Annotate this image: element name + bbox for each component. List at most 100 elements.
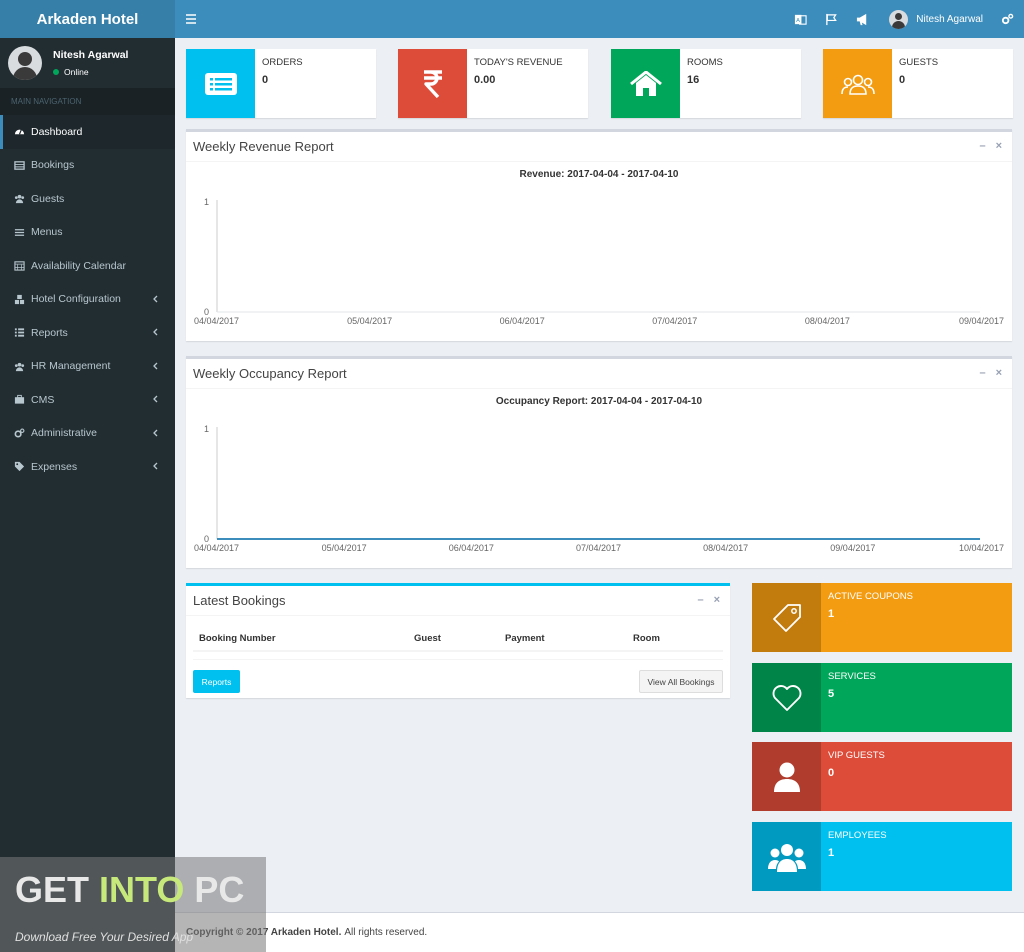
sidebar-item-bookings[interactable]: Bookings: [0, 149, 175, 183]
info-box-value: 0.00: [474, 74, 496, 86]
tags-icon: [14, 461, 25, 472]
color-box-value: 0: [828, 767, 835, 779]
group-icon: [840, 74, 875, 95]
list-alt-icon: [204, 72, 237, 95]
collapse-icon[interactable]: –: [979, 141, 985, 152]
briefcase-icon: [14, 394, 25, 405]
close-icon[interactable]: ×: [714, 595, 720, 606]
column-header-room[interactable]: Room: [633, 633, 660, 644]
home-icon: [629, 70, 662, 96]
flag-icon[interactable]: [824, 12, 838, 26]
x-tick-label: 05/04/2017: [322, 543, 367, 553]
sidebar-item-label: Menus: [31, 226, 63, 239]
column-header-booking-number[interactable]: Booking Number: [199, 633, 276, 644]
collapse-icon[interactable]: –: [979, 368, 985, 379]
sidebar-item-cms[interactable]: CMS: [0, 383, 175, 417]
chevron-left-icon: [153, 429, 158, 436]
info-box-guests: GUESTS 0: [823, 49, 1013, 118]
info-box-icon-bg: [823, 49, 892, 118]
close-icon[interactable]: ×: [996, 141, 1002, 152]
collapse-icon[interactable]: –: [697, 595, 703, 606]
services-box: SERVICES 5: [752, 663, 1012, 732]
user-name: Nitesh Agarwal: [53, 49, 129, 61]
vip-guests-box: VIP GUESTS 0: [752, 742, 1012, 811]
user-menu[interactable]: Nitesh Agarwal: [889, 9, 983, 29]
panel-title: Weekly Occupancy Report: [193, 366, 347, 381]
occupancy-report-panel: Weekly Occupancy Report – × Occupancy Re…: [186, 356, 1012, 568]
y-tick-label: 1: [204, 197, 209, 207]
chevron-left-icon: [153, 362, 158, 369]
sidebar-item-expenses[interactable]: Expenses: [0, 450, 175, 484]
sidebar-item-hotel-configuration[interactable]: Hotel Configuration: [0, 283, 175, 317]
nav-header: MAIN NAVIGATION: [0, 88, 175, 115]
color-box-icon-bg: [752, 663, 821, 732]
x-tick-label: 09/04/2017: [830, 543, 875, 553]
info-box-value: 0: [899, 74, 906, 86]
color-box-label: ACTIVE COUPONS: [828, 591, 913, 602]
latest-bookings-panel: Latest Bookings – × Booking Number Guest…: [186, 583, 730, 698]
x-tick-label: 04/04/2017: [194, 543, 239, 553]
table-icon: [14, 160, 25, 171]
footer-rights: All rights reserved.: [344, 927, 428, 938]
watermark-logo: GET INTO PC: [15, 869, 245, 910]
sidebar-item-dashboard[interactable]: Dashboard: [0, 115, 175, 149]
cogs-icon: [14, 428, 25, 439]
user-menu-name: Nitesh Agarwal: [916, 13, 983, 25]
info-box-label: GUESTS: [899, 57, 939, 68]
x-tick-label: 07/04/2017: [576, 543, 621, 553]
reports-button[interactable]: Reports: [193, 670, 240, 693]
sidebar-toggle-icon[interactable]: [185, 12, 197, 26]
color-box-value: 5: [828, 688, 835, 700]
gears-icon[interactable]: [1000, 12, 1014, 26]
panel-title: Latest Bookings: [193, 593, 286, 608]
color-box-label: SERVICES: [828, 671, 876, 682]
color-box-icon-bg: [752, 742, 821, 811]
sidebar-item-label: Expenses: [31, 460, 78, 473]
chart-title: Occupancy Report: 2017-04-04 - 2017-04-1…: [496, 396, 703, 407]
sidebar-item-label: Hotel Configuration: [31, 293, 121, 306]
bullhorn-icon[interactable]: [855, 12, 869, 26]
info-box-icon-bg: [186, 49, 255, 118]
x-tick-label: 09/04/2017: [959, 316, 1004, 326]
occupancy-chart: Occupancy Report: 2017-04-04 - 2017-04-1…: [194, 396, 1004, 553]
online-dot-icon: [53, 69, 59, 75]
users-icon: [14, 361, 25, 372]
cubes-icon: [14, 294, 25, 305]
sidebar-item-guests[interactable]: Guests: [0, 182, 175, 216]
x-tick-label: 08/04/2017: [805, 316, 850, 326]
app-logo[interactable]: Arkaden Hotel: [0, 0, 175, 38]
info-box-label: ORDERS: [262, 57, 303, 68]
sidebar-item-availability-calendar[interactable]: Availability Calendar: [0, 249, 175, 283]
chevron-left-icon: [153, 328, 158, 336]
x-tick-label: 06/04/2017: [500, 316, 545, 326]
chevron-left-icon: [153, 462, 158, 470]
color-box-label: EMPLOYEES: [828, 830, 887, 841]
sidebar-item-label: Dashboard: [31, 125, 83, 138]
sidebar-item-hr-management[interactable]: HR Management: [0, 350, 175, 384]
info-box-rooms: ROOMS 16: [611, 49, 801, 118]
sidebar-item-label: Administrative: [31, 427, 97, 440]
column-header-payment[interactable]: Payment: [505, 633, 545, 644]
chevron-left-icon: [153, 395, 158, 403]
heart-icon: [772, 684, 801, 711]
sidebar-item-menus[interactable]: Menus: [0, 216, 175, 250]
x-tick-label: 10/04/2017: [959, 543, 1004, 553]
chevron-left-icon: [153, 295, 158, 302]
sidebar-item-administrative[interactable]: Administrative: [0, 417, 175, 451]
sidebar-item-label: Reports: [31, 326, 68, 339]
column-header-guest[interactable]: Guest: [414, 633, 441, 644]
panel-title: Weekly Revenue Report: [193, 139, 334, 154]
close-icon[interactable]: ×: [996, 368, 1002, 379]
top-navbar: A Nitesh Agarwal: [175, 0, 1024, 38]
revenue-report-panel: Weekly Revenue Report – × Revenue: 2017-…: [186, 129, 1012, 341]
table-header-row: Booking Number Guest Payment Room: [193, 626, 723, 652]
view-all-bookings-button[interactable]: View All Bookings: [639, 670, 723, 693]
calendar-icon: [14, 260, 25, 271]
sidebar-item-reports[interactable]: Reports: [0, 316, 175, 350]
user-status: Online: [53, 67, 128, 77]
employees-box: EMPLOYEES 1: [752, 822, 1012, 891]
revenue-chart: Revenue: 2017-04-04 - 2017-04-101004/04/…: [194, 169, 1004, 326]
watermark-tagline: Download Free Your Desired App: [15, 930, 194, 944]
sidebar: Arkaden Hotel Nitesh Agarwal Online MAIN…: [0, 0, 175, 952]
language-icon[interactable]: A: [793, 12, 807, 26]
